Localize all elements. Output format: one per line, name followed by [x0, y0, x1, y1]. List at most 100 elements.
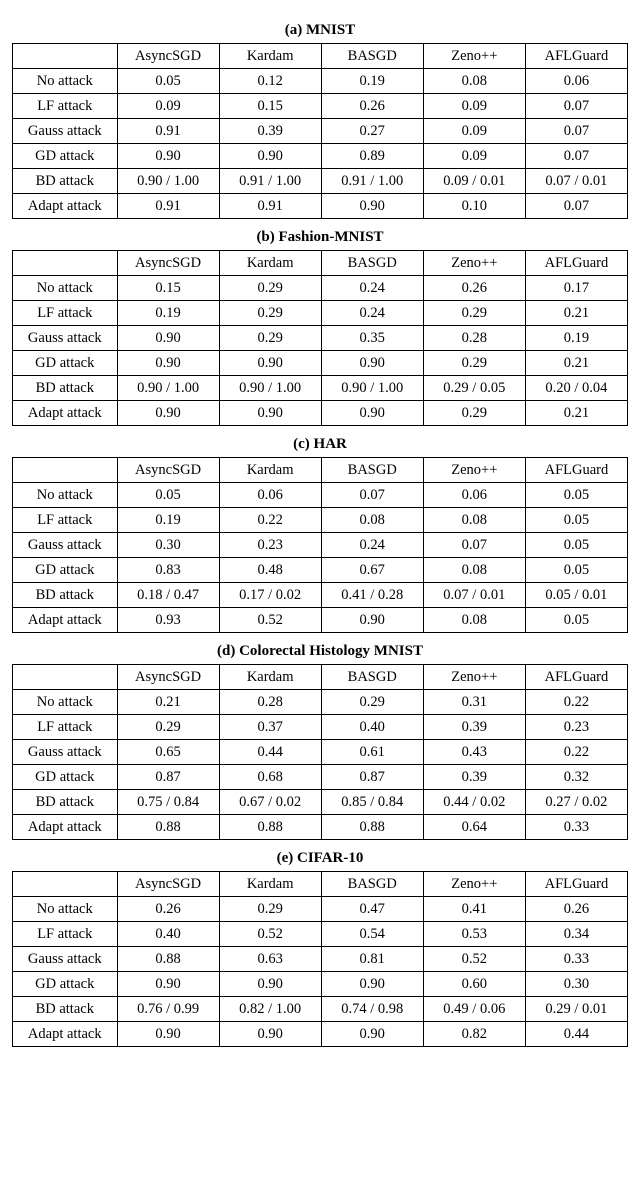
attack-label: Gauss attack — [13, 326, 118, 351]
value-cell: 0.22 — [525, 690, 627, 715]
value-cell: 0.15 — [219, 94, 321, 119]
table-row: LF attack0.400.520.540.530.34 — [13, 922, 628, 947]
value-cell: 0.49 / 0.06 — [423, 997, 525, 1022]
attack-label: GD attack — [13, 351, 118, 376]
value-cell: 0.21 — [117, 690, 219, 715]
value-cell: 0.90 — [117, 401, 219, 426]
value-cell: 0.05 — [525, 558, 627, 583]
value-cell: 0.83 — [117, 558, 219, 583]
method-header: BASGD — [321, 872, 423, 897]
method-header: BASGD — [321, 458, 423, 483]
value-cell: 0.29 — [219, 897, 321, 922]
attack-label: BD attack — [13, 376, 118, 401]
value-cell: 0.22 — [525, 740, 627, 765]
value-cell: 0.24 — [321, 301, 423, 326]
value-cell: 0.74 / 0.98 — [321, 997, 423, 1022]
method-header: Kardam — [219, 251, 321, 276]
value-cell: 0.60 — [423, 972, 525, 997]
method-header: Zeno++ — [423, 458, 525, 483]
table-row: LF attack0.190.290.240.290.21 — [13, 301, 628, 326]
value-cell: 0.29 — [117, 715, 219, 740]
value-cell: 0.90 — [117, 972, 219, 997]
value-cell: 0.24 — [321, 533, 423, 558]
attack-label: No attack — [13, 69, 118, 94]
value-cell: 0.90 — [321, 194, 423, 219]
value-cell: 0.08 — [423, 69, 525, 94]
method-header: Zeno++ — [423, 44, 525, 69]
value-cell: 0.90 — [321, 608, 423, 633]
value-cell: 0.24 — [321, 276, 423, 301]
table-row: Adapt attack0.900.900.900.820.44 — [13, 1022, 628, 1047]
value-cell: 0.88 — [321, 815, 423, 840]
attack-label: Adapt attack — [13, 194, 118, 219]
table-row: No attack0.050.060.070.060.05 — [13, 483, 628, 508]
corner-cell — [13, 872, 118, 897]
attack-label: Gauss attack — [13, 947, 118, 972]
value-cell: 0.76 / 0.99 — [117, 997, 219, 1022]
value-cell: 0.90 / 1.00 — [321, 376, 423, 401]
value-cell: 0.41 — [423, 897, 525, 922]
value-cell: 0.44 / 0.02 — [423, 790, 525, 815]
value-cell: 0.29 / 0.05 — [423, 376, 525, 401]
table-row: Gauss attack0.910.390.270.090.07 — [13, 119, 628, 144]
value-cell: 0.09 — [423, 94, 525, 119]
value-cell: 0.08 — [321, 508, 423, 533]
value-cell: 0.82 — [423, 1022, 525, 1047]
table-row: BD attack0.90 / 1.000.91 / 1.000.91 / 1.… — [13, 169, 628, 194]
value-cell: 0.61 — [321, 740, 423, 765]
method-header: AFLGuard — [525, 251, 627, 276]
value-cell: 0.05 — [525, 533, 627, 558]
value-cell: 0.90 / 1.00 — [117, 376, 219, 401]
attack-label: Gauss attack — [13, 740, 118, 765]
table-caption: (b) Fashion-MNIST — [12, 229, 628, 246]
attack-label: LF attack — [13, 508, 118, 533]
value-cell: 0.65 — [117, 740, 219, 765]
table-row: No attack0.150.290.240.260.17 — [13, 276, 628, 301]
value-cell: 0.91 — [219, 194, 321, 219]
value-cell: 0.07 / 0.01 — [423, 583, 525, 608]
value-cell: 0.27 — [321, 119, 423, 144]
value-cell: 0.26 — [525, 897, 627, 922]
method-header: AFLGuard — [525, 44, 627, 69]
table-row: Gauss attack0.650.440.610.430.22 — [13, 740, 628, 765]
method-header: AFLGuard — [525, 458, 627, 483]
table-row: Adapt attack0.900.900.900.290.21 — [13, 401, 628, 426]
value-cell: 0.90 — [321, 401, 423, 426]
value-cell: 0.90 — [219, 1022, 321, 1047]
value-cell: 0.75 / 0.84 — [117, 790, 219, 815]
value-cell: 0.85 / 0.84 — [321, 790, 423, 815]
attack-label: No attack — [13, 483, 118, 508]
results-table: AsyncSGDKardamBASGDZeno++AFLGuardNo atta… — [12, 457, 628, 633]
value-cell: 0.07 / 0.01 — [525, 169, 627, 194]
value-cell: 0.91 / 1.00 — [321, 169, 423, 194]
method-header: BASGD — [321, 665, 423, 690]
table-row: No attack0.260.290.470.410.26 — [13, 897, 628, 922]
value-cell: 0.40 — [117, 922, 219, 947]
value-cell: 0.05 — [525, 608, 627, 633]
attack-label: GD attack — [13, 558, 118, 583]
value-cell: 0.22 — [219, 508, 321, 533]
method-header: AsyncSGD — [117, 458, 219, 483]
value-cell: 0.91 / 1.00 — [219, 169, 321, 194]
value-cell: 0.39 — [423, 765, 525, 790]
table-row: Gauss attack0.900.290.350.280.19 — [13, 326, 628, 351]
method-header: Kardam — [219, 458, 321, 483]
value-cell: 0.15 — [117, 276, 219, 301]
value-cell: 0.09 / 0.01 — [423, 169, 525, 194]
value-cell: 0.07 — [525, 119, 627, 144]
value-cell: 0.09 — [423, 119, 525, 144]
value-cell: 0.29 / 0.01 — [525, 997, 627, 1022]
method-header: AsyncSGD — [117, 872, 219, 897]
value-cell: 0.19 — [525, 326, 627, 351]
value-cell: 0.52 — [219, 608, 321, 633]
value-cell: 0.17 / 0.02 — [219, 583, 321, 608]
method-header: Zeno++ — [423, 872, 525, 897]
value-cell: 0.90 — [321, 972, 423, 997]
table-row: GD attack0.900.900.900.600.30 — [13, 972, 628, 997]
corner-cell — [13, 458, 118, 483]
attack-label: LF attack — [13, 94, 118, 119]
value-cell: 0.39 — [219, 119, 321, 144]
value-cell: 0.37 — [219, 715, 321, 740]
value-cell: 0.53 — [423, 922, 525, 947]
table-row: LF attack0.190.220.080.080.05 — [13, 508, 628, 533]
